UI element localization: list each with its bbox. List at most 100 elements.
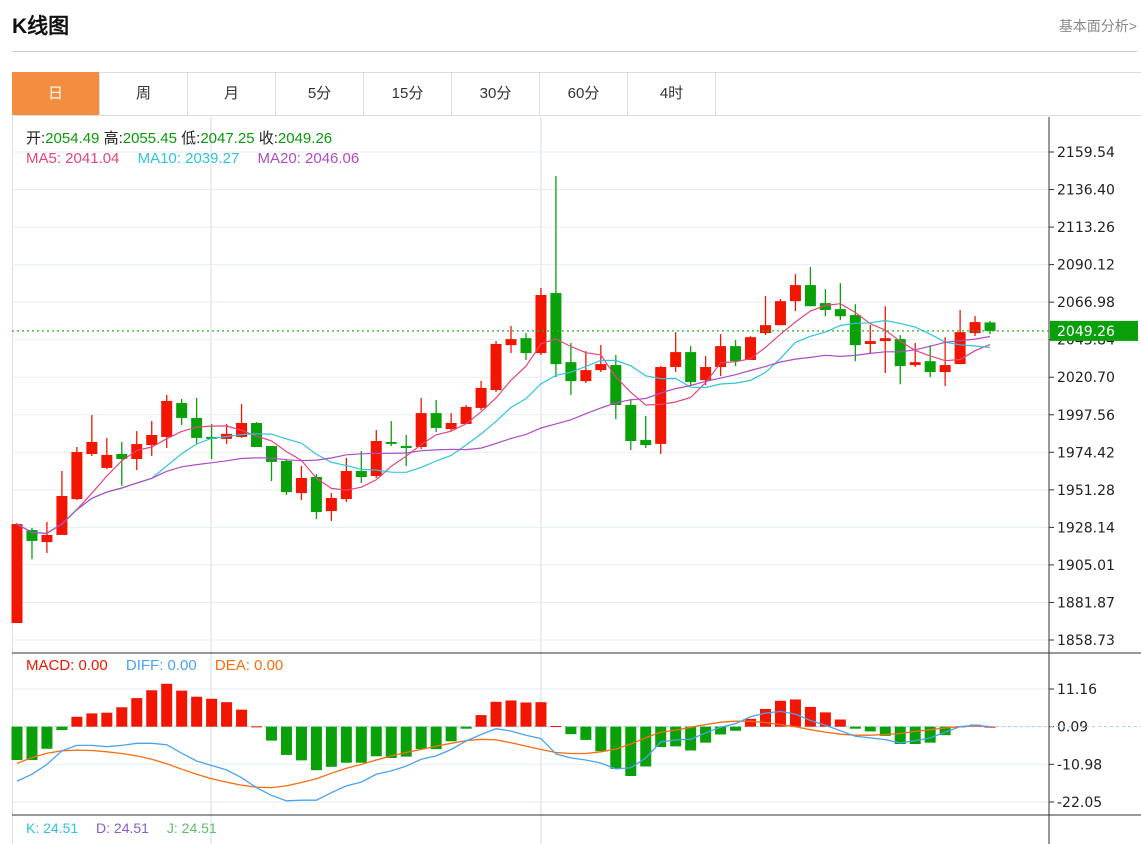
close-label: 收:: [258, 130, 278, 147]
price-tick-label: 2136.40: [1057, 183, 1115, 199]
candle-body: [595, 364, 607, 371]
macd-bar: [116, 707, 128, 727]
candle-body: [745, 337, 757, 361]
macd-bar: [355, 726, 367, 763]
macd-bar: [490, 701, 502, 727]
macd-bar: [161, 683, 173, 727]
macd-bar: [265, 726, 277, 741]
k-value: K: 24.51: [26, 820, 79, 836]
macd-bar: [595, 726, 607, 752]
macd-bar: [475, 715, 487, 727]
candle-body: [789, 285, 801, 302]
candle-body: [520, 338, 532, 354]
price-tick-label: 1905.01: [1057, 558, 1115, 574]
macd-tick-label: 11.16: [1057, 682, 1097, 698]
candle-body: [760, 325, 771, 334]
kdj-readout: K: 24.51 D: 24.51 J: 24.51: [26, 820, 217, 836]
ma5-value: MA5: 2041.04: [26, 150, 120, 167]
candle-body: [56, 495, 68, 535]
candle-body: [490, 343, 502, 391]
candle-body: [265, 446, 277, 462]
macd-bar: [71, 716, 83, 727]
macd-bar: [685, 726, 697, 751]
macd-bar: [56, 726, 68, 731]
candle-body: [505, 339, 517, 346]
diff-value: DIFF: 0.00: [125, 657, 197, 674]
macd-bar: [191, 696, 203, 727]
macd-bar: [370, 726, 382, 757]
candle-body: [774, 301, 786, 326]
macd-bar: [86, 713, 98, 727]
macd-bar: [41, 726, 53, 749]
candle-body: [26, 530, 38, 541]
macd-bar: [864, 726, 876, 732]
macd-bar: [415, 726, 427, 750]
candle-body: [11, 524, 23, 624]
macd-bar: [131, 698, 143, 727]
candle-body: [685, 352, 697, 383]
macd-bar: [520, 702, 532, 727]
close-value: 2049.26: [277, 130, 333, 147]
macd-tick-label: -10.98: [1057, 757, 1102, 773]
candle-body: [131, 444, 143, 460]
candle-body: [355, 471, 367, 478]
macd-bar: [26, 726, 38, 761]
candle-body: [310, 477, 322, 513]
macd-bar: [206, 698, 218, 727]
candle-body: [625, 404, 637, 441]
candle-body: [670, 352, 682, 368]
macd-bar: [295, 726, 307, 761]
macd-bar: [894, 726, 906, 745]
dea-line: [16, 720, 991, 789]
macd-bar: [251, 726, 263, 728]
price-tick-label: 2066.98: [1057, 295, 1115, 311]
candle-body: [804, 285, 816, 307]
macd-bar: [221, 702, 233, 727]
macd-bar: [655, 726, 667, 748]
macd-bar: [101, 712, 113, 727]
candle-body: [849, 315, 861, 346]
macd-tick-label: -22.05: [1057, 795, 1102, 811]
macd-bar: [834, 719, 846, 727]
macd-bar: [760, 708, 771, 727]
macd-tick-label: 0.09: [1057, 720, 1088, 736]
candle-body: [430, 413, 442, 429]
candle-body: [939, 365, 951, 373]
macd-bar: [580, 726, 592, 740]
candle-body: [924, 361, 936, 373]
macd-bar: [550, 725, 562, 727]
macd-bar: [565, 726, 577, 735]
macd-bar: [730, 726, 742, 731]
ma20-value: MA20: 2046.06: [257, 150, 360, 167]
candle-body: [984, 322, 996, 331]
candle-body: [325, 497, 337, 512]
macd-bar: [146, 690, 158, 727]
high-label: 高:: [103, 130, 123, 147]
candle-body: [146, 434, 158, 446]
low-label: 低:: [181, 130, 201, 147]
candle-body: [400, 446, 412, 448]
macd-value: MACD: 0.00: [26, 657, 108, 674]
price-tick-label: 2159.54: [1057, 145, 1115, 161]
candle-body: [550, 293, 562, 365]
candle-body: [445, 422, 457, 429]
candles: [11, 176, 996, 624]
price-tick-label: 2020.70: [1057, 370, 1115, 386]
candle-body: [176, 403, 188, 418]
candle-body: [879, 338, 891, 342]
candle-body: [385, 441, 397, 444]
macd-bar: [460, 726, 472, 729]
last-price-label: 2049.26: [1057, 324, 1115, 340]
macd-bar: [804, 706, 816, 727]
price-tick-label: 1951.28: [1057, 483, 1115, 499]
macd-bar: [280, 726, 292, 755]
candle-body: [41, 534, 53, 543]
macd-bar: [325, 726, 337, 767]
candle-body: [475, 387, 487, 408]
candle-body: [101, 454, 113, 468]
high-value: 2055.45: [122, 130, 177, 147]
macd-bar: [310, 726, 322, 771]
ma10-value: MA10: 2039.27: [137, 150, 240, 167]
candle-body: [864, 341, 876, 344]
ma-readout: MA5: 2041.04 MA10: 2039.27 MA20: 2046.06: [26, 150, 359, 167]
